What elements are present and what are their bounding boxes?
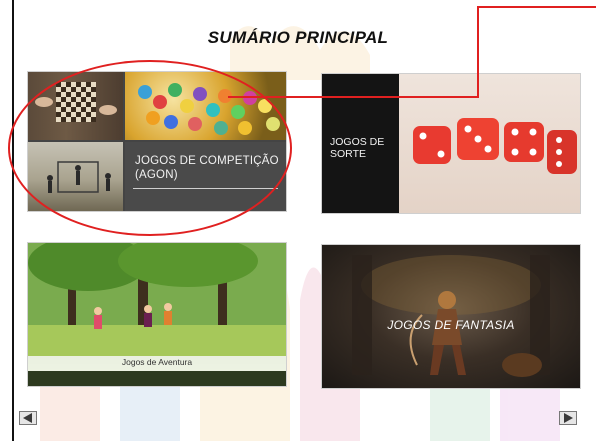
- tile-competition-games[interactable]: JOGOS DE COMPETIÇÃO (AGON): [28, 72, 286, 211]
- label-underline: [133, 188, 278, 189]
- luck-label-line2: SORTE: [330, 148, 366, 160]
- competition-label-panel: JOGOS DE COMPETIÇÃO (AGON): [125, 142, 286, 211]
- annotation-line-vertical: [477, 6, 479, 97]
- park-image: [28, 243, 286, 356]
- previous-page-button[interactable]: [19, 411, 37, 425]
- field-game-image: [28, 142, 123, 211]
- fantasy-image: [352, 255, 550, 377]
- dice-image: [399, 74, 580, 213]
- triangle-right-icon: [564, 413, 573, 423]
- page-title: SUMÁRIO PRINCIPAL: [207, 28, 389, 47]
- left-page-border: [12, 0, 14, 441]
- chess-board-image: [28, 72, 123, 140]
- tile-luck-games[interactable]: JOGOS DE SORTE: [322, 74, 580, 213]
- adventure-ground: [28, 371, 286, 386]
- tile-fantasy-games[interactable]: JOGOS DE FANTASIA: [322, 245, 580, 388]
- tile-adventure-games[interactable]: Jogos de Aventura: [28, 243, 286, 386]
- annotation-line-top: [477, 6, 596, 8]
- luck-label: JOGOS DE SORTE: [330, 136, 384, 160]
- next-page-button[interactable]: [559, 411, 577, 425]
- luck-label-panel: JOGOS DE SORTE: [322, 74, 399, 213]
- adventure-label: Jogos de Aventura: [121, 357, 193, 367]
- fantasy-label: JOGOS DE FANTASIA: [387, 318, 515, 332]
- triangle-left-icon: [23, 413, 32, 423]
- luck-label-line1: JOGOS DE: [330, 136, 385, 148]
- marbles-image: [125, 72, 286, 140]
- annotation-line-pointer: [228, 96, 479, 98]
- competition-label: JOGOS DE COMPETIÇÃO (AGON): [135, 155, 279, 181]
